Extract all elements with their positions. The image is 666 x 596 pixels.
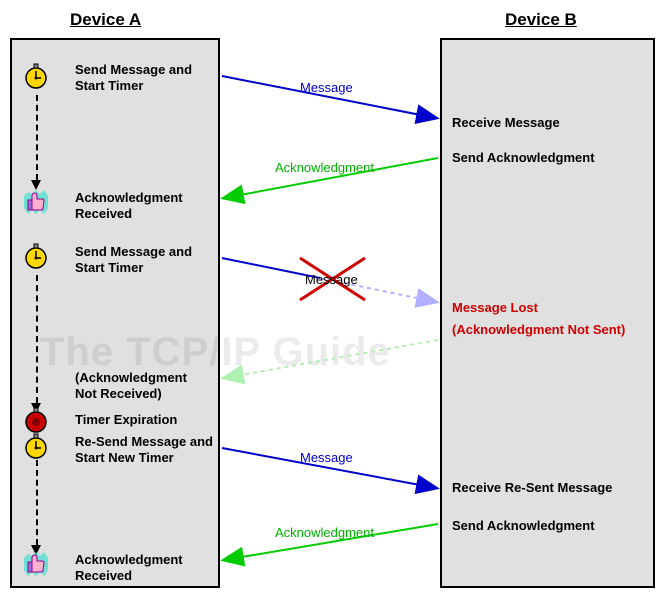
step-a-send2: Send Message and Start Timer [75, 244, 205, 275]
device-b-header: Device B [505, 10, 577, 30]
watermark-text: The TCP/IP Guide [40, 330, 391, 375]
stopwatch-icon [22, 242, 50, 270]
step-b-sendack1: Send Acknowledgment [452, 150, 632, 166]
device-a-header: Device A [70, 10, 141, 30]
step-a-resend: Re-Send Message and Start New Timer [75, 434, 215, 465]
device-a-column [10, 38, 220, 588]
timer-expired-icon [22, 406, 50, 434]
step-a-ack1: Acknowledgment Received [75, 190, 205, 221]
step-b-sendack2: Send Acknowledgment [452, 518, 632, 534]
arrow-label-ack3: Acknowledgment [275, 525, 374, 540]
step-a-notreceived: (Acknowledgment Not Received) [75, 370, 205, 401]
step-a-timerexp: Timer Expiration [75, 412, 205, 428]
step-b-recv1: Receive Message [452, 115, 632, 131]
timeline-a-seg1 [36, 95, 38, 180]
thumbs-up-icon [22, 550, 50, 578]
thumbs-up-icon [22, 188, 50, 216]
step-b-recvresent: Receive Re-Sent Message [452, 480, 632, 496]
arrow-label-msg2: Message [305, 272, 358, 287]
timeline-a-seg3 [36, 460, 38, 545]
step-b-notsent: (Acknowledgment Not Sent) [452, 322, 632, 338]
stopwatch-icon [22, 432, 50, 460]
step-a-ack2: Acknowledgment Received [75, 552, 205, 583]
step-b-lost: Message Lost [452, 300, 632, 316]
step-a-send1: Send Message and Start Timer [75, 62, 205, 93]
arrow-label-msg1: Message [300, 80, 353, 95]
stopwatch-icon [22, 62, 50, 90]
arrow-label-msg3: Message [300, 450, 353, 465]
arrow-label-ack1: Acknowledgment [275, 160, 374, 175]
timeline-a-seg2 [36, 275, 38, 403]
